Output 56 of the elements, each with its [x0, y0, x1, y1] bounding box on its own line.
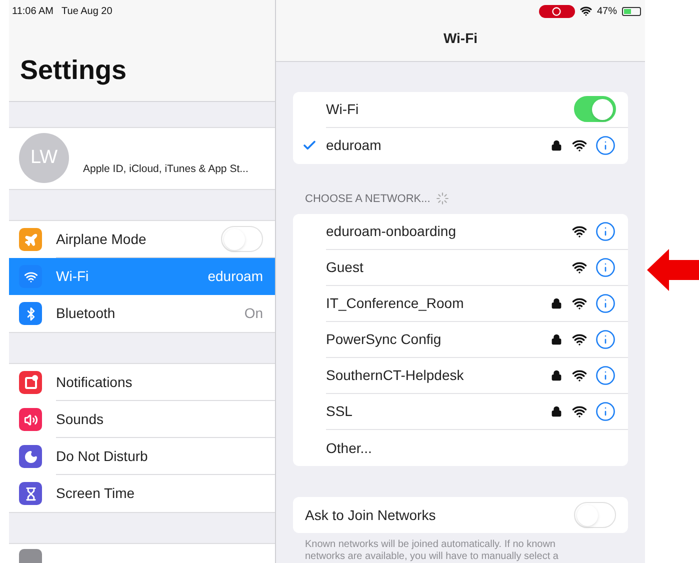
battery-percent: 47%	[596, 4, 617, 18]
spinner-icon	[436, 192, 450, 206]
arrow-annotation	[647, 249, 699, 291]
network-name[interactable]: SouthernCT-Helpdesk	[326, 365, 551, 386]
wifi-signal-icon	[572, 332, 587, 347]
info-icon[interactable]	[595, 257, 616, 278]
sidebar-item[interactable]: Sounds	[9, 401, 275, 438]
wifi-toggle[interactable]	[574, 96, 616, 122]
wifi-signal-icon	[572, 368, 587, 383]
nav-title: Wi-Fi	[443, 28, 478, 48]
item-label: Notifications	[56, 372, 134, 392]
info-icon[interactable]	[595, 221, 616, 242]
wifi-signal-icon	[572, 224, 587, 239]
sidebar-item[interactable]: Bluetooth On	[9, 295, 275, 332]
network-name[interactable]: Guest	[326, 257, 572, 278]
item-label: Screen Time	[56, 484, 136, 503]
ask-to-join-label: Ask to Join Networks	[305, 506, 437, 524]
section-header: CHOOSE A NETWORK...	[305, 192, 430, 206]
wifi-signal-icon	[572, 260, 587, 275]
ask-to-join-toggle[interactable]	[574, 502, 616, 528]
network-name[interactable]: SSL	[326, 401, 551, 422]
item-label: Wi-Fi	[56, 267, 90, 286]
sidebar-item[interactable]: Notifications	[9, 364, 275, 401]
item-label: Do Not Disturb	[56, 446, 149, 466]
item-value: eduroam	[208, 267, 263, 286]
item-label: Bluetooth	[56, 304, 116, 323]
profile-subtitle: Apple ID, iCloud, iTunes & App St...	[83, 162, 248, 177]
wifi-label: Wi-Fi	[326, 100, 360, 118]
item-label: Airplane Mode	[56, 230, 148, 249]
info-icon[interactable]	[595, 293, 616, 314]
wifi-status-icon	[580, 5, 592, 17]
avatar: LW	[19, 133, 69, 184]
wifi-signal-icon	[572, 296, 587, 311]
sidebar-item[interactable]: Airplane Mode	[9, 221, 275, 258]
info-icon[interactable]	[595, 365, 616, 386]
profile-card[interactable]: LW Apple ID, iCloud, iTunes & App St...	[9, 126, 275, 190]
airplane-toggle[interactable]	[221, 226, 263, 252]
footer-note: Known networks will be joined automatically. If no known networks are available, you will have to manually select a	[304, 539, 560, 563]
sidebar-item[interactable]: Do Not Disturb	[9, 438, 275, 475]
wifi-signal-icon	[572, 404, 587, 419]
info-icon[interactable]	[595, 401, 616, 422]
info-icon[interactable]	[595, 329, 616, 350]
network-name[interactable]: eduroam-onboarding	[326, 221, 572, 242]
battery-icon	[622, 6, 641, 16]
item-label: Sounds	[56, 410, 104, 428]
status-date: Tue Aug 20	[62, 4, 112, 18]
info-icon[interactable]	[595, 135, 616, 156]
network-name[interactable]: PowerSync Config	[326, 329, 551, 350]
sidebar-item[interactable]: Screen Time	[9, 475, 275, 512]
network-name[interactable]: eduroam	[326, 135, 551, 156]
network-name[interactable]: IT_Conference_Room	[326, 293, 551, 314]
other-network[interactable]: Other...	[326, 438, 372, 458]
settings-title: Settings	[20, 54, 127, 88]
status-time: 11:06 AM	[12, 4, 54, 18]
item-value: On	[244, 304, 263, 323]
wifi-signal-icon	[572, 138, 587, 153]
